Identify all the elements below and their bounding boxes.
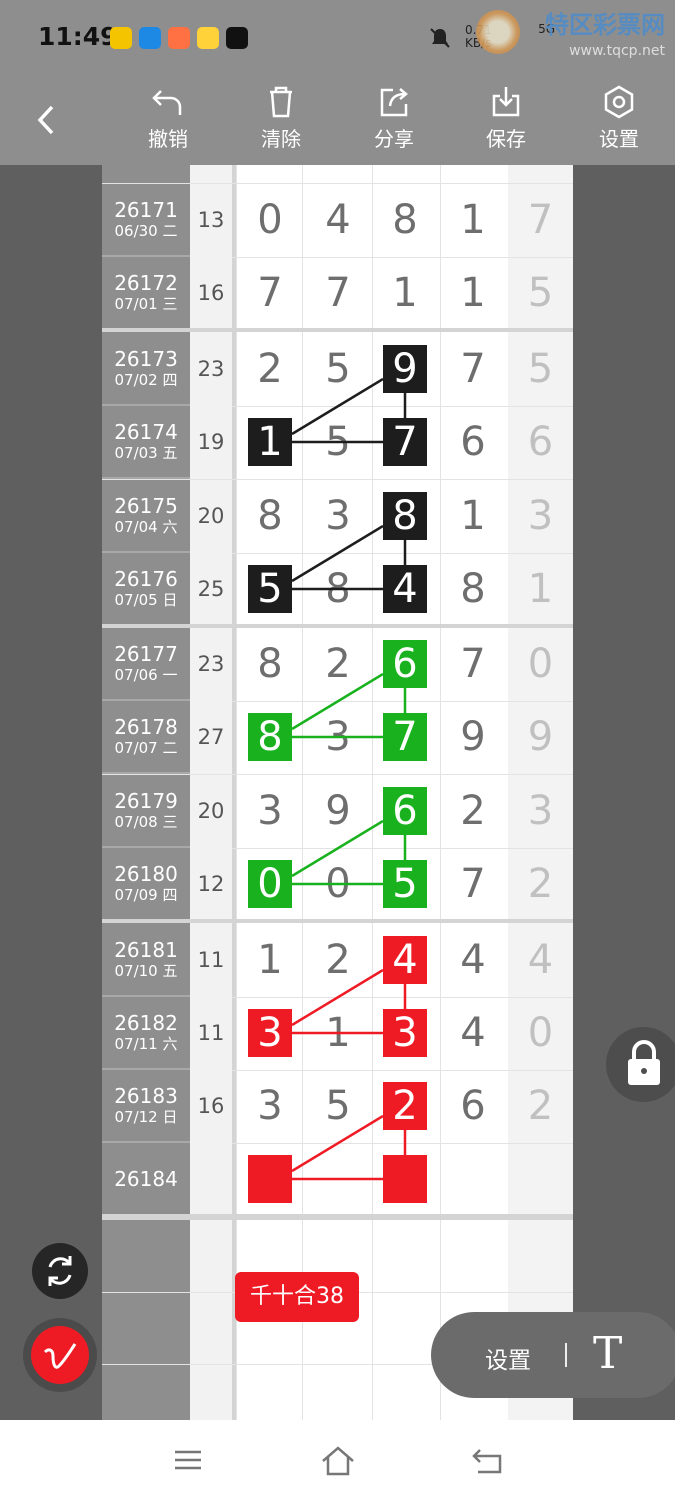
download-icon — [492, 87, 520, 117]
watermark-logo — [476, 10, 520, 54]
pen-button[interactable] — [23, 1318, 97, 1392]
trend-chart-grid[interactable]: 26171 06/30 二 13 0 4 8 1 7 26172 07/01 三 16 7 7 1 1 5 26… — [102, 165, 573, 1420]
clear-button[interactable]: 清除 — [246, 85, 316, 152]
annotation-badge[interactable]: 千十合38 — [235, 1272, 359, 1322]
connector-line — [291, 819, 384, 878]
share-icon — [380, 88, 408, 117]
clear-label: 清除 — [261, 127, 301, 151]
settings-button[interactable]: 设置 — [584, 85, 654, 152]
app-notification-icon — [139, 27, 161, 49]
watermark-url: www.tqcp.net — [569, 43, 665, 59]
save-label: 保存 — [486, 127, 526, 151]
connector-line — [291, 968, 384, 1027]
app-notification-icon — [168, 27, 190, 49]
back-arrow-icon[interactable] — [32, 105, 62, 135]
undo-icon — [152, 90, 182, 115]
status-time: 11:49 — [38, 22, 118, 51]
settings-label: 设置 — [599, 127, 639, 151]
system-nav-bar — [0, 1420, 675, 1500]
back-nav-icon[interactable] — [470, 1444, 504, 1478]
pen-icon — [43, 1343, 77, 1369]
mute-icon — [430, 28, 450, 48]
share-label: 分享 — [374, 127, 414, 151]
home-icon[interactable] — [320, 1444, 356, 1478]
tiktok-icon — [226, 27, 248, 49]
connector-line — [291, 672, 384, 731]
lock-button[interactable] — [606, 1027, 675, 1102]
connector-line — [291, 377, 384, 436]
trash-icon — [270, 86, 292, 118]
divider — [565, 1343, 567, 1367]
app-notification-icon — [110, 27, 132, 49]
connector-line — [291, 524, 384, 583]
floating-settings-label[interactable]: 设置 — [485, 1341, 531, 1375]
share-button[interactable]: 分享 — [359, 85, 429, 152]
menu-icon[interactable] — [172, 1444, 204, 1476]
connector-line — [291, 1114, 384, 1173]
text-tool-icon[interactable]: T — [593, 1328, 622, 1379]
rotate-button[interactable] — [32, 1243, 88, 1299]
undo-label: 撤销 — [148, 127, 188, 151]
watermark-title: 特区彩票网 — [545, 11, 665, 39]
rotate-icon — [48, 1256, 72, 1286]
lock-icon — [628, 1040, 660, 1085]
save-button[interactable]: 保存 — [471, 85, 541, 152]
toolbar: 撤销 清除 分享 保存 设置 — [0, 75, 675, 165]
connector-lines — [291, 377, 407, 1181]
status-bar: 11:49 0.71 KB/s 5G 特区彩票网 www.tqcp.net — [0, 0, 675, 75]
app-notification-icon — [197, 27, 219, 49]
gear-icon — [604, 85, 634, 119]
undo-button[interactable]: 撤销 — [133, 85, 203, 152]
floating-settings-pill[interactable]: 设置 T — [431, 1312, 675, 1398]
watermark: 特区彩票网 www.tqcp.net — [545, 12, 665, 64]
